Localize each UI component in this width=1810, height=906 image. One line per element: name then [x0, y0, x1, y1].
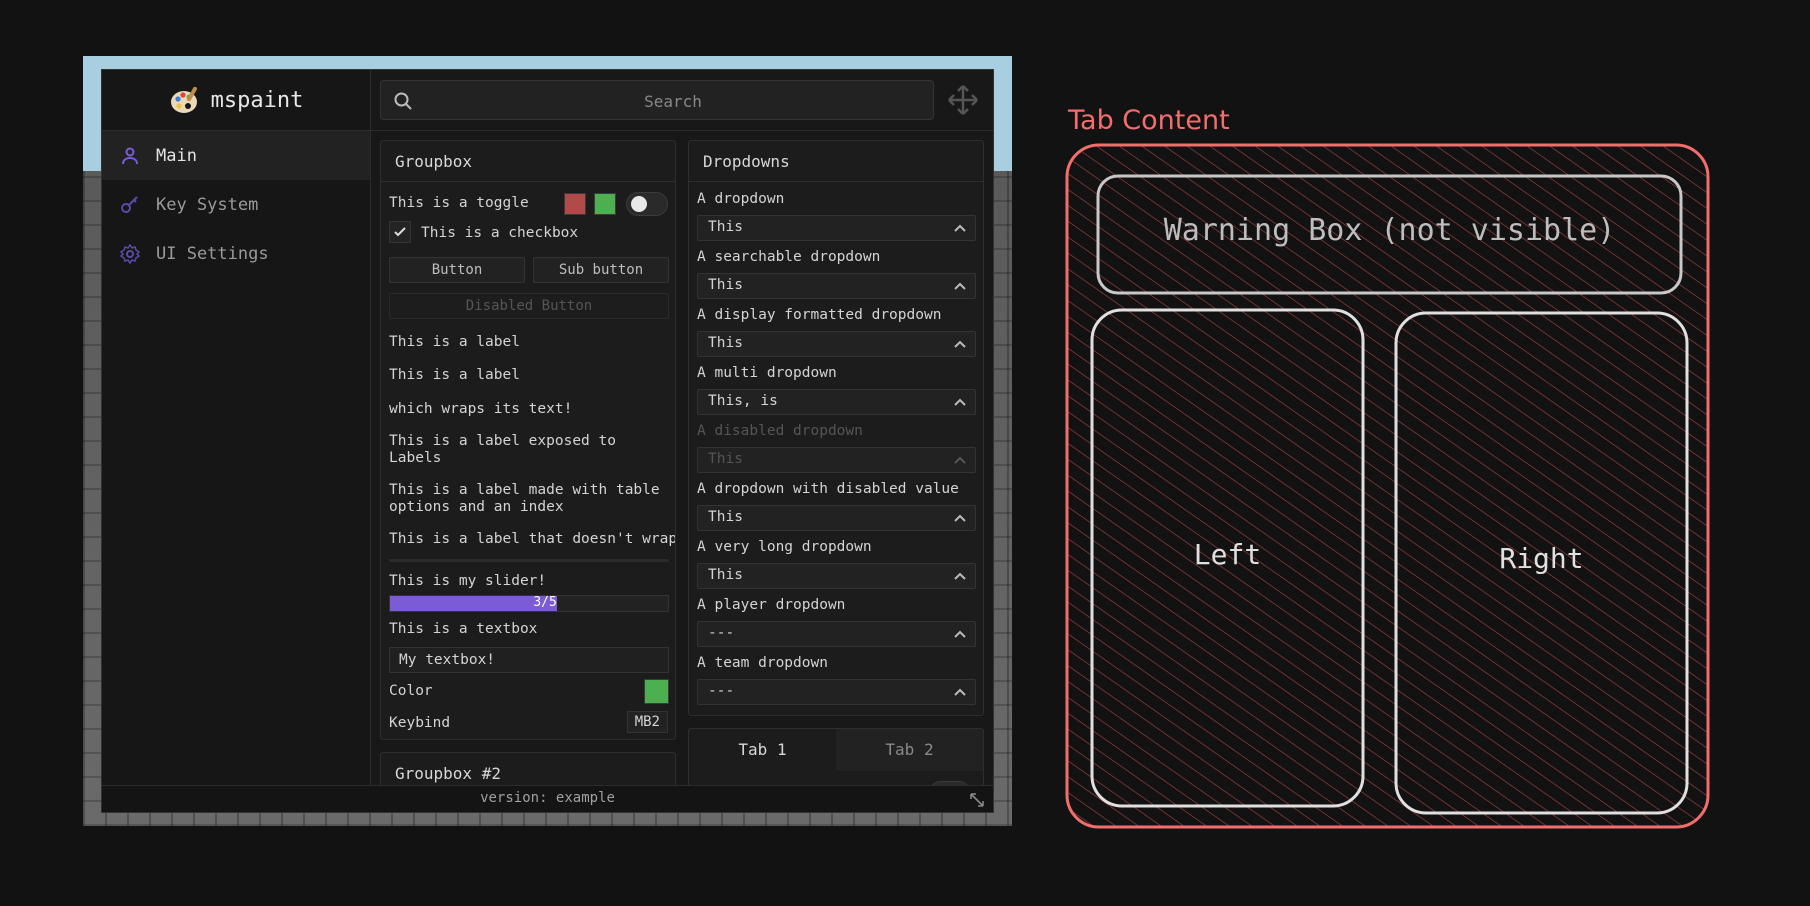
label: This is a label made with table options …: [389, 482, 660, 515]
textbox-label: This is a textbox: [389, 621, 538, 637]
chevron-up-icon: [954, 514, 966, 522]
dropdown[interactable]: This: [697, 331, 976, 357]
chevron-up-icon: [954, 456, 966, 464]
search-icon: [394, 92, 412, 110]
tabbox: Tab 1 Tab 2: [688, 728, 984, 788]
warning-box-label: Warning Box (not visible): [1163, 213, 1616, 248]
dropdown-label: A very long dropdown: [697, 539, 872, 555]
move-icon[interactable]: [947, 84, 979, 116]
app-title: mspaint: [210, 87, 304, 113]
keybind-picker[interactable]: MB2: [626, 711, 668, 733]
groupbox-title: Groupbox: [381, 141, 675, 182]
version-text: version: example: [480, 790, 615, 806]
chevron-up-icon: [954, 572, 966, 580]
sub-button[interactable]: Sub button: [533, 257, 669, 283]
palette-logo-icon: [170, 86, 197, 113]
checkmark-icon: [394, 227, 406, 237]
toggle-color-picker-1[interactable]: [564, 193, 586, 215]
search-input[interactable]: [421, 81, 925, 121]
sidebar-item-key-system[interactable]: Key System: [102, 180, 370, 229]
slider-label: This is my slider!: [389, 573, 547, 589]
dropdown-value: This: [708, 567, 743, 583]
sidebar: mspaint Main Key System UI Settings: [102, 70, 371, 788]
dropdown[interactable]: This, is: [697, 389, 976, 415]
dropdown-value: This, is: [708, 393, 778, 409]
color-label: Color: [389, 683, 433, 699]
dropdown-label: A team dropdown: [697, 655, 828, 671]
ui-window: mspaint Main Key System UI Settings Grou…: [101, 69, 994, 813]
dropdown[interactable]: This: [697, 273, 976, 299]
dropdown[interactable]: ---: [697, 621, 976, 647]
dropdown-label: A disabled dropdown: [697, 423, 863, 439]
dropdown[interactable]: This: [697, 215, 976, 241]
dropdown-value: This: [708, 277, 743, 293]
brand: mspaint: [102, 70, 370, 131]
key-icon: [121, 195, 138, 213]
groupbox-2: Groupbox #2: [380, 752, 676, 788]
chevron-up-icon: [954, 398, 966, 406]
tab-content: Groupbox This is a toggle This is a chec…: [370, 130, 993, 788]
groupbox-2-title: Groupbox #2: [381, 753, 675, 788]
dropdown-value: This: [708, 451, 743, 467]
user-icon: [122, 147, 138, 164]
dropdown-label: A searchable dropdown: [697, 249, 881, 265]
resize-icon[interactable]: [969, 792, 985, 808]
dropdown-value: ---: [708, 683, 735, 699]
checkbox-label: This is a checkbox: [421, 225, 579, 241]
checkbox[interactable]: [389, 221, 411, 243]
slider-value: 3/5: [533, 595, 557, 610]
toggle-color-picker-2[interactable]: [594, 193, 616, 215]
dropdown-value: This: [708, 335, 743, 351]
dropdown-label: A multi dropdown: [697, 365, 837, 381]
topbar: [370, 70, 993, 131]
dropdown: This: [697, 447, 976, 473]
dropdowns-groupbox: Dropdowns A dropdown This A searchable dro…: [688, 140, 984, 716]
dropdown-value: This: [708, 219, 743, 235]
chevron-up-icon: [954, 340, 966, 348]
color-picker[interactable]: [644, 679, 669, 704]
sidebar-item-main[interactable]: Main: [102, 131, 370, 180]
dropdown[interactable]: This: [697, 505, 976, 531]
dropdown-label: A display formatted dropdown: [697, 307, 942, 323]
chevron-up-icon: [954, 688, 966, 696]
chevron-up-icon: [954, 224, 966, 232]
groupbox: Groupbox This is a toggle This is a chec…: [380, 140, 676, 740]
label: This is a label: [389, 367, 520, 383]
dropdown-value: ---: [708, 625, 735, 641]
dropdown-label: A dropdown with disabled value: [697, 481, 959, 497]
search-bar: [380, 80, 934, 121]
label: This is a label exposed to Labels: [389, 433, 616, 466]
label: This is a label that doesn't wrap: [389, 531, 676, 547]
disabled-button: Disabled Button: [389, 293, 669, 319]
sidebar-item-label: UI Settings: [156, 243, 269, 264]
dropdown[interactable]: This: [697, 563, 976, 589]
left-label: Left: [1193, 538, 1262, 571]
gear-icon: [120, 243, 140, 264]
button[interactable]: Button: [389, 257, 525, 283]
right-label: Right: [1499, 542, 1584, 575]
tab-2[interactable]: Tab 2: [836, 729, 983, 771]
keybind-label: Keybind: [389, 715, 451, 731]
dropdowns-title: Dropdowns: [689, 141, 983, 182]
dropdown[interactable]: ---: [697, 679, 976, 705]
toggle-label: This is a toggle: [389, 195, 529, 211]
sidebar-item-ui-settings[interactable]: UI Settings: [102, 229, 370, 278]
dropdown-label: A player dropdown: [697, 597, 846, 613]
label: This is a label: [389, 334, 520, 350]
sidebar-item-label: Main: [156, 145, 197, 166]
divider: [389, 559, 669, 562]
tab-1[interactable]: Tab 1: [689, 729, 836, 771]
chevron-up-icon: [954, 282, 966, 290]
tab-content-diagram: Tab Content Warning Box (not visible) Le…: [1060, 105, 1720, 835]
dropdown-label: A dropdown: [697, 191, 785, 207]
footer: version: example: [102, 785, 993, 812]
slider[interactable]: 3/5: [389, 595, 669, 612]
dropdown-value: This: [708, 509, 743, 525]
toggle-switch[interactable]: [626, 192, 668, 216]
chevron-up-icon: [954, 630, 966, 638]
textbox[interactable]: My textbox!: [389, 647, 669, 673]
sidebar-item-label: Key System: [156, 194, 259, 215]
label: which wraps its text!: [389, 401, 573, 417]
